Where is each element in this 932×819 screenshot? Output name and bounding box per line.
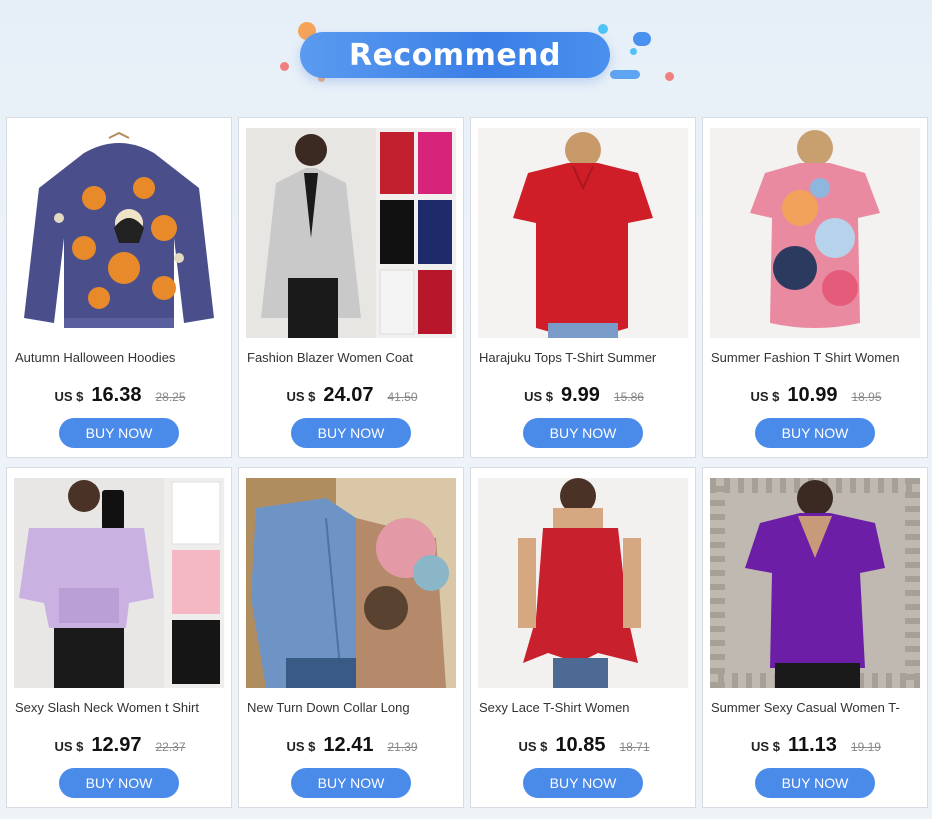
currency-label: US $ xyxy=(286,389,316,404)
sale-price: 24.07 xyxy=(323,384,374,406)
sale-price: 12.41 xyxy=(323,734,374,756)
buy-now-button[interactable]: BUY NOW xyxy=(291,418,411,448)
sale-price: 10.85 xyxy=(555,734,606,756)
product-name[interactable]: Summer Fashion T Shirt Women xyxy=(711,350,923,365)
product-grid: Autumn Halloween Hoodies US $ 16.38 28.2… xyxy=(6,117,928,808)
price-row: US $ 12.41 21.39 xyxy=(239,734,465,757)
currency-label: US $ xyxy=(750,389,780,404)
price-row: US $ 10.99 18.95 xyxy=(703,384,929,407)
product-name[interactable]: New Turn Down Collar Long xyxy=(247,700,459,715)
product-image-blazer-coat[interactable] xyxy=(246,128,456,338)
original-price: 18.95 xyxy=(851,390,882,404)
sale-price: 11.13 xyxy=(787,734,837,756)
currency-label: US $ xyxy=(54,739,84,754)
product-name[interactable]: Harajuku Tops T-Shirt Summer xyxy=(479,350,691,365)
sale-price: 9.99 xyxy=(560,384,600,406)
currency-label: US $ xyxy=(524,389,553,404)
recommend-header: Recommend xyxy=(0,0,932,110)
recommend-banner: Recommend xyxy=(300,32,610,78)
buy-now-button[interactable]: BUY NOW xyxy=(523,418,643,448)
price-row: US $ 12.97 22.37 xyxy=(7,734,233,757)
product-card[interactable]: Sexy Slash Neck Women t Shirt US $ 12.97… xyxy=(6,467,232,808)
buy-now-button[interactable]: BUY NOW xyxy=(755,418,875,448)
product-image-floral-tshirt[interactable] xyxy=(710,128,920,338)
currency-label: US $ xyxy=(751,739,780,754)
decor-dot xyxy=(630,48,637,55)
product-card[interactable]: Summer Sexy Casual Women T- US $ 11.13 1… xyxy=(702,467,928,808)
product-image-denim-shirt[interactable] xyxy=(246,478,456,688)
section-title: Recommend xyxy=(348,37,562,73)
currency-label: US $ xyxy=(518,739,548,754)
buy-now-button[interactable]: BUY NOW xyxy=(755,768,875,798)
product-card[interactable]: Sexy Lace T-Shirt Women US $ 10.85 18.71… xyxy=(470,467,696,808)
product-image-red-tshirt[interactable] xyxy=(478,128,688,338)
sale-price: 12.97 xyxy=(91,734,142,756)
currency-label: US $ xyxy=(286,739,316,754)
product-card[interactable]: Fashion Blazer Women Coat US $ 24.07 41.… xyxy=(238,117,464,458)
decor-dot xyxy=(665,72,674,81)
decor-dot xyxy=(280,62,289,71)
product-card[interactable]: Harajuku Tops T-Shirt Summer US $ 9.99 1… xyxy=(470,117,696,458)
original-price: 41.50 xyxy=(387,390,418,404)
price-row: US $ 24.07 41.50 xyxy=(239,384,465,407)
product-image-offshoulder-shirt[interactable] xyxy=(14,478,224,688)
original-price: 15.86 xyxy=(613,390,644,404)
original-price: 21.39 xyxy=(387,740,418,754)
currency-label: US $ xyxy=(54,389,84,404)
product-name[interactable]: Autumn Halloween Hoodies xyxy=(15,350,227,365)
price-row: US $ 11.13 19.19 xyxy=(703,734,929,757)
product-card[interactable]: Summer Fashion T Shirt Women US $ 10.99 … xyxy=(702,117,928,458)
sale-price: 16.38 xyxy=(91,384,142,406)
product-name[interactable]: Summer Sexy Casual Women T- xyxy=(711,700,923,715)
product-image-lace-tube-top[interactable] xyxy=(478,478,688,688)
original-price: 19.19 xyxy=(850,740,881,754)
product-name[interactable]: Sexy Lace T-Shirt Women xyxy=(479,700,691,715)
price-row: US $ 9.99 15.86 xyxy=(471,384,697,407)
price-row: US $ 16.38 28.25 xyxy=(7,384,233,407)
sale-price: 10.99 xyxy=(787,384,838,406)
decor-dot xyxy=(610,70,640,79)
price-row: US $ 10.85 18.71 xyxy=(471,734,697,757)
product-image-purple-wrap-top[interactable] xyxy=(710,478,920,688)
product-card[interactable]: New Turn Down Collar Long US $ 12.41 21.… xyxy=(238,467,464,808)
buy-now-button[interactable]: BUY NOW xyxy=(59,768,179,798)
product-name[interactable]: Fashion Blazer Women Coat xyxy=(247,350,459,365)
product-name[interactable]: Sexy Slash Neck Women t Shirt xyxy=(15,700,227,715)
buy-now-button[interactable]: BUY NOW xyxy=(291,768,411,798)
original-price: 18.71 xyxy=(619,740,650,754)
decor-dot xyxy=(598,24,608,34)
decor-dot xyxy=(633,32,651,46)
buy-now-button[interactable]: BUY NOW xyxy=(523,768,643,798)
product-card[interactable]: Autumn Halloween Hoodies US $ 16.38 28.2… xyxy=(6,117,232,458)
product-image-halloween-hoodie[interactable] xyxy=(14,128,224,338)
original-price: 28.25 xyxy=(155,390,186,404)
buy-now-button[interactable]: BUY NOW xyxy=(59,418,179,448)
original-price: 22.37 xyxy=(155,740,186,754)
